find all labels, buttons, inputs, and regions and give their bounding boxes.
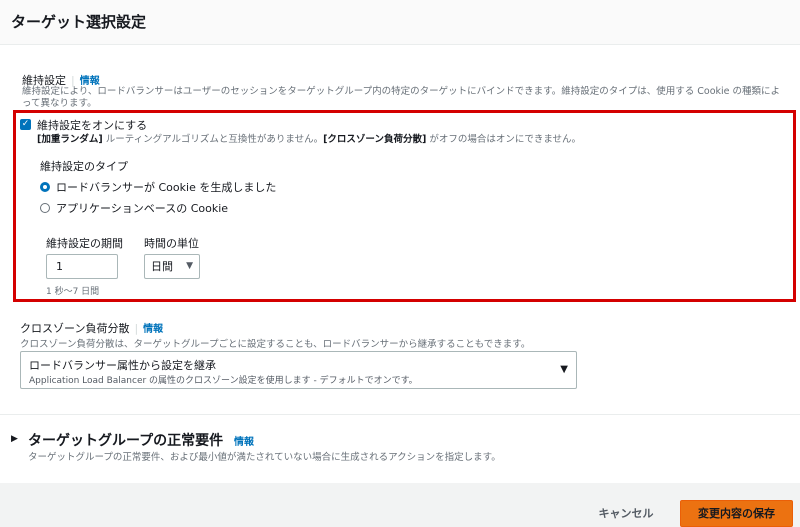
cross-zone-select[interactable]: ロードバランサー属性から設定を継承 Application Load Balan…: [20, 351, 577, 389]
cross-zone-label-row: クロスゾーン負荷分散 | 情報: [20, 320, 163, 336]
section-divider: [0, 414, 800, 415]
health-description: ターゲットグループの正常要件、および最小値が満たされていない場合に生成されるアク…: [28, 452, 501, 463]
caret-down-icon: ▼: [560, 364, 568, 375]
caret-down-icon: ▼: [186, 261, 193, 271]
duration-hint: 1 秒〜7 日間: [46, 287, 100, 297]
cross-zone-label: クロスゾーン負荷分散: [20, 322, 130, 335]
expand-caret-icon[interactable]: ▶: [11, 434, 18, 444]
time-unit-value: 日間: [151, 260, 173, 273]
cross-zone-select-subtext: Application Load Balancer の属性のクロスゾーン設定を使…: [29, 376, 418, 386]
cross-zone-info-link[interactable]: 情報: [143, 324, 163, 335]
page-title: ターゲット選択設定: [11, 13, 147, 31]
radio-app-cookie[interactable]: [40, 203, 50, 213]
save-changes-button[interactable]: 変更内容の保存: [680, 500, 793, 527]
radio-lb-cookie[interactable]: [40, 182, 50, 192]
cross-zone-select-value: ロードバランサー属性から設定を継承: [29, 359, 216, 372]
radio-app-cookie-label[interactable]: アプリケーションベースの Cookie: [56, 200, 228, 216]
duration-input[interactable]: 1: [46, 254, 118, 279]
note-text-1: ルーティングアルゴリズムと互換性がありません。: [102, 134, 324, 145]
stickiness-checkbox-note: [加重ランダム] ルーティングアルゴリズムと互換性がありません。[クロスゾーン負…: [37, 131, 581, 145]
panel-header: ターゲット選択設定: [0, 0, 800, 45]
stickiness-checkbox[interactable]: ✓: [20, 119, 31, 130]
note-text-2: がオフの場合はオンにできません。: [426, 134, 582, 145]
cross-zone-description: クロスゾーン負荷分散は、ターゲットグループごとに設定することも、ロードバランサー…: [20, 339, 531, 350]
stickiness-description: 維持設定により、ロードバランサーはユーザーのセッションをターゲットグループ内の特…: [22, 86, 781, 109]
checkmark-icon: ✓: [21, 119, 30, 129]
weighted-random-bold: [加重ランダム]: [37, 134, 103, 145]
cancel-button[interactable]: キャンセル: [586, 502, 666, 526]
health-section-title[interactable]: ターゲットグループの正常要件: [28, 430, 223, 450]
target-selection-panel: ターゲット選択設定 維持設定 | 情報 維持設定により、ロードバランサーはユーザーの…: [0, 0, 800, 483]
health-info-link[interactable]: 情報: [234, 433, 254, 448]
stickiness-type-label: 維持設定のタイプ: [40, 160, 128, 173]
duration-label: 維持設定の期間: [46, 237, 123, 250]
time-unit-select[interactable]: 日間 ▼: [144, 254, 200, 279]
cross-zone-bold: [クロスゾーン負荷分散]: [323, 134, 427, 145]
radio-lb-cookie-label[interactable]: ロードバランサーが Cookie を生成しました: [56, 179, 276, 195]
label-separator: |: [134, 322, 139, 335]
unit-label: 時間の単位: [144, 237, 199, 250]
